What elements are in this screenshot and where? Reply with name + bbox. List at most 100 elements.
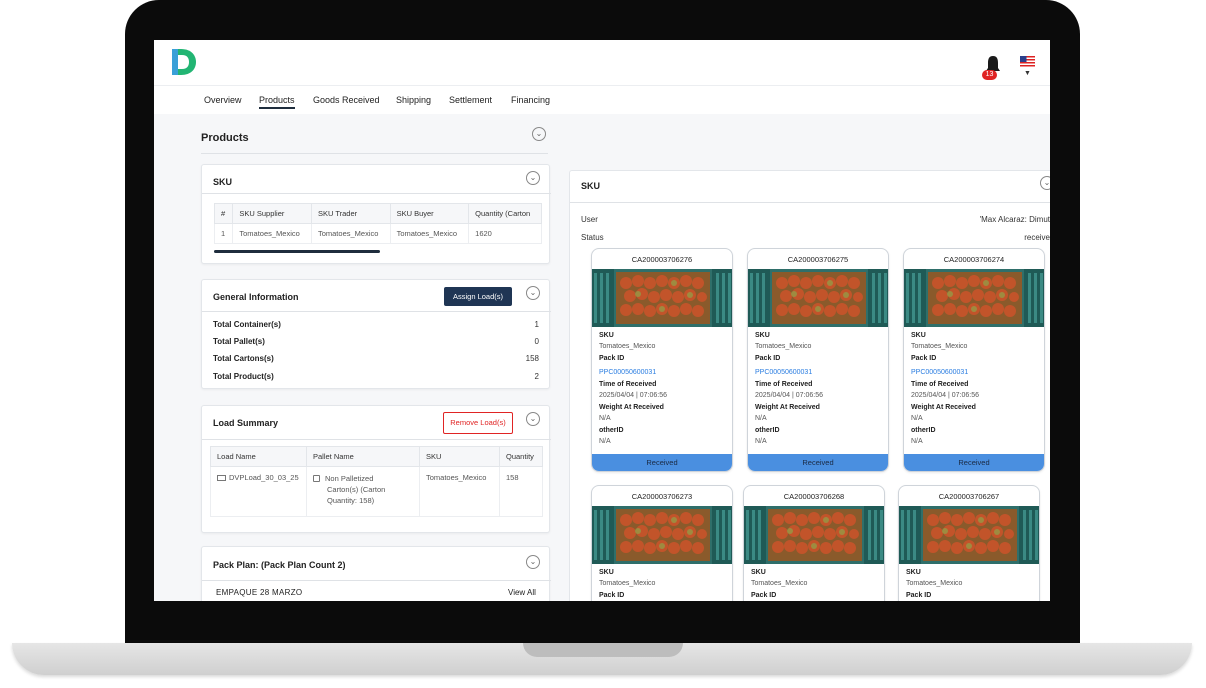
tab-goods-received[interactable]: Goods Received [313, 95, 380, 105]
status-value: receive [1024, 233, 1050, 242]
sku-panel-title: SKU [581, 181, 601, 191]
total-pallets-label: Total Pallet(s) [213, 337, 265, 346]
received-status-bar: Received [592, 454, 732, 471]
weight-received-label: Weight At Received [599, 404, 664, 411]
tab-settlement[interactable]: Settlement [449, 95, 492, 105]
collapse-chevron-icon[interactable]: ⌄ [526, 171, 540, 185]
pack-id-link[interactable]: PPC00050600031 [911, 369, 968, 376]
view-all-link[interactable]: View All [508, 588, 536, 597]
product-card[interactable]: CA200003706276 SKU Tomatoes_Mexico Pack ID P… [591, 248, 733, 472]
table-cell: 1620 [468, 223, 542, 244]
tab-financing[interactable]: Financing [511, 95, 550, 105]
pack-id-label: Pack ID [599, 355, 625, 362]
laptop-notch [523, 643, 683, 657]
product-card[interactable]: CA200003706273 SKU Tomatoes_Mexico Pack ID [591, 485, 733, 601]
pallet-name-line: Non Palletized [325, 474, 374, 483]
tab-products[interactable]: Products [259, 95, 295, 109]
pack-id-label: Pack ID [911, 355, 937, 362]
total-products-value: 2 [534, 372, 539, 381]
column-header: Quantity (Carton [468, 203, 542, 224]
table-header-row: Load Name Pallet Name SKU Quantity [210, 446, 543, 467]
product-card[interactable]: CA200003706275 SKU Tomatoes_Mexico Pack ID P… [747, 248, 889, 472]
pack-plan-item[interactable]: EMPAQUE 28 MARZO [216, 588, 302, 597]
collapse-chevron-icon[interactable]: ⌄ [532, 127, 546, 141]
sku-field-value: Tomatoes_Mexico [599, 343, 656, 350]
sku-cell: Tomatoes_Mexico [419, 466, 500, 517]
pack-id-label: Pack ID [755, 355, 781, 362]
total-containers-label: Total Container(s) [213, 320, 281, 329]
collapse-chevron-icon[interactable]: ⌄ [1040, 176, 1050, 190]
pallet-name-line: Quantity: 158) [327, 496, 375, 505]
sku-field-value: Tomatoes_Mexico [906, 580, 963, 587]
chevron-down-icon[interactable]: ▼ [1024, 70, 1031, 77]
time-received-label: Time of Received [755, 381, 813, 388]
us-flag-icon[interactable] [1020, 56, 1035, 67]
load-summary-table: Load Name Pallet Name SKU Quantity DVPLo… [210, 446, 543, 517]
load-name-text: DVPLoad_30_03_25 [229, 473, 299, 482]
received-status-bar: Received [904, 454, 1044, 471]
divider [202, 439, 551, 440]
collapse-chevron-icon[interactable]: ⌄ [526, 286, 540, 300]
collapse-chevron-icon[interactable]: ⌄ [526, 412, 540, 426]
quantity-cell: 158 [499, 466, 543, 517]
app-screen: 13 ▼ Overview Products Goods Received Sh… [154, 40, 1050, 601]
load-name-cell: DVPLoad_30_03_25 [210, 466, 307, 517]
product-card[interactable]: CA200003706274 SKU Tomatoes_Mexico Pack ID P… [903, 248, 1045, 472]
assign-loads-button[interactable]: Assign Load(s) [444, 287, 512, 306]
tab-overview[interactable]: Overview [204, 95, 242, 105]
load-summary-title: Load Summary [213, 418, 279, 428]
product-card[interactable]: CA200003706268 SKU Tomatoes_Mexico Pack ID [743, 485, 885, 601]
tab-shipping[interactable]: Shipping [396, 95, 431, 105]
container-code: CA200003706274 [943, 255, 1005, 264]
table-header-row: # SKU Supplier SKU Trader SKU Buyer Quan… [213, 203, 542, 224]
divider [202, 580, 551, 581]
weight-received-value: N/A [911, 415, 923, 422]
top-bar: 13 ▼ [154, 40, 1050, 86]
tomato-crate-image [904, 269, 1044, 327]
user-value: 'Max Alcaraz: Dimut [979, 215, 1050, 224]
column-header: Pallet Name [306, 446, 420, 467]
column-header: SKU Trader [310, 203, 391, 224]
sku-field-value: Tomatoes_Mexico [755, 343, 812, 350]
pack-id-label: Pack ID [599, 592, 625, 599]
weight-received-label: Weight At Received [755, 404, 820, 411]
table-row[interactable]: 1 Tomatoes_Mexico Tomatoes_Mexico Tomato… [213, 223, 542, 244]
remove-loads-button[interactable]: Remove Load(s) [443, 412, 513, 434]
pack-plan-title: Pack Plan: (Pack Plan Count 2) [213, 560, 346, 570]
pack-id-link[interactable]: PPC00050600031 [599, 369, 656, 376]
horizontal-scrollbar[interactable] [214, 250, 380, 253]
general-information-title: General Information [213, 292, 299, 302]
received-status-bar: Received [748, 454, 888, 471]
tomato-crate-image [592, 506, 732, 564]
divider [201, 153, 548, 154]
table-row[interactable]: DVPLoad_30_03_25 Non Palletized Carton(s… [210, 466, 543, 517]
brand-logo-icon[interactable] [168, 46, 198, 78]
total-pallets-value: 0 [534, 337, 539, 346]
tomato-crate-image [748, 269, 888, 327]
table-cell: Tomatoes_Mexico [232, 223, 312, 244]
other-id-label: otherID [599, 427, 624, 434]
time-received-label: Time of Received [911, 381, 969, 388]
sku-field-label: SKU [751, 569, 766, 576]
other-id-value: N/A [911, 438, 923, 445]
general-information-card: General Information Assign Load(s) ⌄ Tot… [201, 279, 551, 389]
pallet-name-line: Carton(s) (Carton [327, 485, 386, 494]
collapse-chevron-icon[interactable]: ⌄ [526, 555, 540, 569]
column-header: # [213, 203, 234, 224]
user-label: User [581, 215, 598, 224]
tomato-crate-image [592, 269, 732, 327]
time-received-value: 2025/04/04 | 07:06:56 [755, 392, 823, 399]
pack-id-link[interactable]: PPC00050600031 [755, 369, 812, 376]
divider [202, 193, 551, 194]
total-products-label: Total Product(s) [213, 372, 274, 381]
page-title: Products [201, 132, 249, 144]
sku-field-label: SKU [755, 332, 770, 339]
other-id-value: N/A [755, 438, 767, 445]
sku-field-value: Tomatoes_Mexico [911, 343, 968, 350]
divider [202, 311, 551, 312]
container-code: CA200003706273 [631, 492, 693, 501]
product-card[interactable]: CA200003706267 SKU Tomatoes_Mexico Pack ID [898, 485, 1040, 601]
pack-plan-card: Pack Plan: (Pack Plan Count 2) ⌄ EMPAQUE… [201, 546, 551, 601]
status-label: Status [581, 233, 604, 242]
pallet-icon [313, 475, 320, 482]
